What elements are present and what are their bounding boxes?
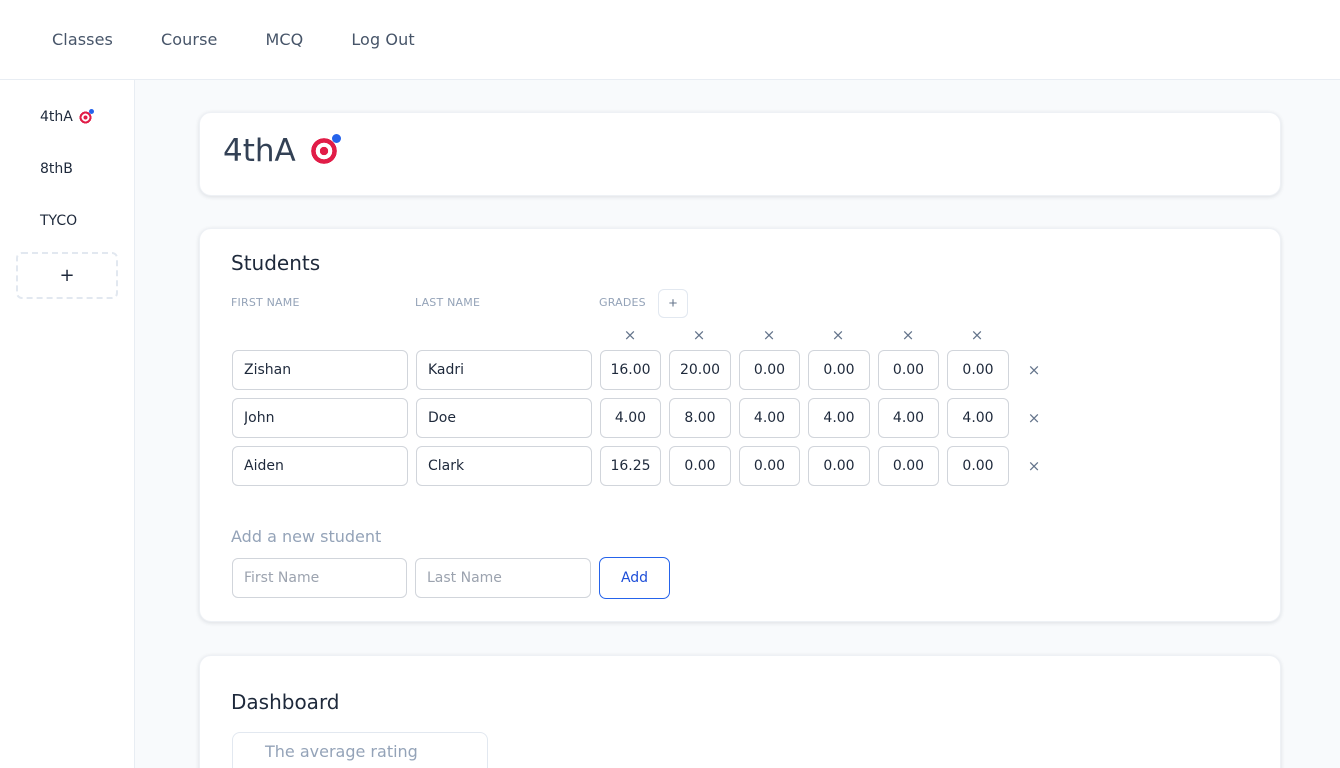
grade-field[interactable] bbox=[739, 398, 800, 438]
grade-field[interactable] bbox=[600, 350, 661, 390]
last-name-field[interactable] bbox=[416, 398, 592, 438]
grade-field[interactable] bbox=[947, 446, 1009, 486]
nav-classes-link[interactable]: Classes bbox=[52, 30, 113, 49]
grade-field[interactable] bbox=[669, 350, 731, 390]
grade-field[interactable] bbox=[808, 350, 870, 390]
sidebar-item-label: 8thB bbox=[40, 161, 73, 177]
dashboard-card: Dashboard The average rating bbox=[199, 655, 1281, 768]
sidebar-item-8thb[interactable]: 8thB bbox=[40, 161, 73, 177]
remove-grade-column-icon[interactable]: × bbox=[620, 325, 640, 345]
grade-field[interactable] bbox=[947, 398, 1009, 438]
page-title: 4thA bbox=[223, 133, 341, 169]
last-name-column-header: LAST NAME bbox=[415, 296, 481, 309]
class-title-text: 4thA bbox=[223, 133, 296, 169]
grades-column-header: GRADES bbox=[599, 296, 646, 309]
nav-logout-link[interactable]: Log Out bbox=[351, 30, 414, 49]
remove-grade-column-icon[interactable]: × bbox=[689, 325, 709, 345]
grade-field[interactable] bbox=[878, 446, 939, 486]
grade-field[interactable] bbox=[739, 446, 800, 486]
sidebar: 4thA 8thB TYCO + bbox=[0, 80, 135, 768]
dashboard-heading: Dashboard bbox=[231, 690, 340, 714]
target-icon bbox=[77, 108, 94, 125]
grade-field[interactable] bbox=[878, 398, 939, 438]
remove-grade-column-icon[interactable]: × bbox=[967, 325, 987, 345]
grade-field[interactable] bbox=[808, 446, 870, 486]
remove-student-icon[interactable]: × bbox=[1022, 454, 1046, 478]
new-last-name-field[interactable] bbox=[415, 558, 591, 598]
remove-grade-column-icon[interactable]: × bbox=[898, 325, 918, 345]
class-title-card: 4thA bbox=[199, 112, 1281, 196]
average-rating-label: The average rating bbox=[265, 742, 418, 761]
add-grade-column-button[interactable]: + bbox=[658, 289, 688, 318]
remove-student-icon[interactable]: × bbox=[1022, 358, 1046, 382]
last-name-field[interactable] bbox=[416, 350, 592, 390]
grade-field[interactable] bbox=[739, 350, 800, 390]
grade-field[interactable] bbox=[600, 446, 661, 486]
grade-field[interactable] bbox=[669, 398, 731, 438]
first-name-field[interactable] bbox=[232, 446, 408, 486]
first-name-column-header: FIRST NAME bbox=[231, 296, 300, 309]
last-name-field[interactable] bbox=[416, 446, 592, 486]
students-heading: Students bbox=[231, 251, 321, 275]
sidebar-item-label: 4thA bbox=[40, 109, 73, 125]
top-nav: Classes Course MCQ Log Out bbox=[0, 0, 1340, 80]
new-first-name-field[interactable] bbox=[232, 558, 407, 598]
target-icon bbox=[307, 134, 341, 167]
first-name-field[interactable] bbox=[232, 350, 408, 390]
sidebar-item-4tha[interactable]: 4thA bbox=[40, 108, 94, 125]
grade-field[interactable] bbox=[600, 398, 661, 438]
sidebar-item-tyco[interactable]: TYCO bbox=[40, 213, 77, 229]
add-student-button[interactable]: Add bbox=[599, 557, 670, 599]
sidebar-item-label: TYCO bbox=[40, 213, 78, 229]
remove-grade-column-icon[interactable]: × bbox=[828, 325, 848, 345]
grade-field[interactable] bbox=[808, 398, 870, 438]
nav-mcq-link[interactable]: MCQ bbox=[265, 30, 303, 49]
plus-icon: + bbox=[59, 265, 75, 286]
grade-field[interactable] bbox=[669, 446, 731, 486]
grade-field[interactable] bbox=[878, 350, 939, 390]
add-student-label: Add a new student bbox=[231, 527, 382, 546]
nav-course-link[interactable]: Course bbox=[161, 30, 217, 49]
remove-student-icon[interactable]: × bbox=[1022, 406, 1046, 430]
average-rating-card: The average rating bbox=[232, 732, 488, 768]
grade-field[interactable] bbox=[947, 350, 1009, 390]
plus-icon: + bbox=[668, 295, 678, 312]
remove-grade-column-icon[interactable]: × bbox=[759, 325, 779, 345]
add-class-button[interactable]: + bbox=[16, 252, 118, 299]
students-card: Students FIRST NAME LAST NAME GRADES + ×… bbox=[199, 228, 1281, 622]
first-name-field[interactable] bbox=[232, 398, 408, 438]
